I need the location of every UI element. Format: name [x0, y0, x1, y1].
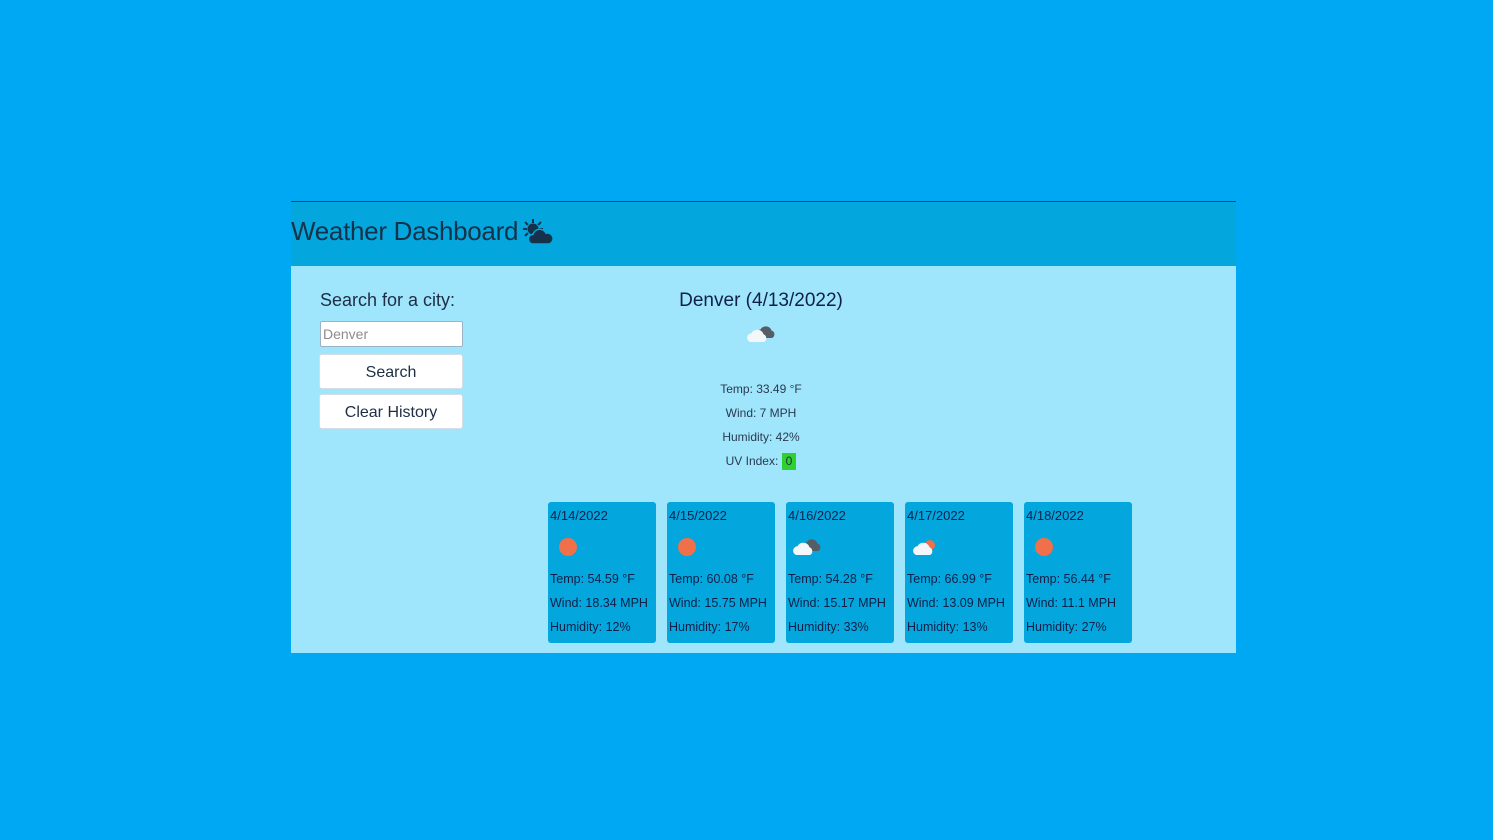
forecast-humidity: Humidity: 17%: [669, 620, 750, 634]
current-weather: Denver (4/13/2022) Temp: 33.49 °F Wind: …: [561, 290, 961, 473]
forecast-wind: Wind: 13.09 MPH: [907, 596, 1005, 610]
broken-clouds-icon: [746, 322, 776, 346]
current-stats: Temp: 33.49 °F Wind: 7 MPH Humidity: 42%…: [561, 377, 961, 473]
clear-history-button[interactable]: Clear History: [319, 394, 463, 429]
forecast-card: 4/14/2022 Temp: 54.59 °F Wind: 18.34 MPH…: [548, 502, 656, 643]
forecast-date: 4/15/2022: [669, 508, 727, 523]
forecast-card: 4/16/2022 Temp: 54.28 °F Wind: 15.17 MPH…: [786, 502, 894, 643]
forecast-temp: Temp: 66.99 °F: [907, 572, 992, 586]
forecast-temp: Temp: 54.59 °F: [550, 572, 635, 586]
page-title-text: Weather Dashboard: [291, 216, 519, 246]
uv-badge: 0: [781, 453, 797, 471]
forecast-wind: Wind: 15.75 MPH: [669, 596, 767, 610]
city-search-input[interactable]: [320, 321, 463, 347]
search-label: Search for a city:: [320, 290, 456, 310]
current-humidity: Humidity: 42%: [722, 430, 800, 444]
forecast-humidity: Humidity: 13%: [907, 620, 988, 634]
current-uv: UV Index: 0: [561, 449, 961, 473]
clear-sun-icon: [669, 527, 775, 567]
forecast-row: 4/14/2022 Temp: 54.59 °F Wind: 18.34 MPH…: [548, 502, 1132, 643]
clear-sun-icon: [550, 527, 656, 567]
forecast-date: 4/18/2022: [1026, 508, 1084, 523]
search-sidebar: Search for a city: Search Clear History: [319, 290, 464, 429]
current-temp: Temp: 33.49 °F: [720, 382, 802, 396]
forecast-temp: Temp: 56.44 °F: [1026, 572, 1111, 586]
header: Weather Dashboard: [291, 201, 1236, 266]
few-clouds-icon: [907, 527, 1013, 567]
search-button[interactable]: Search: [319, 354, 463, 389]
forecast-wind: Wind: 18.34 MPH: [550, 596, 648, 610]
forecast-date: 4/14/2022: [550, 508, 608, 523]
weather-app: Weather Dashboard Search for a city: Den…: [291, 201, 1236, 653]
forecast-card: 4/17/2022 Temp: 66.99 °F Wind: 13.09 MPH…: [905, 502, 1013, 643]
forecast-card: 4/15/2022 Temp: 60.08 °F Wind: 15.75 MPH…: [667, 502, 775, 643]
forecast-temp: Temp: 54.28 °F: [788, 572, 873, 586]
forecast-wind: Wind: 15.17 MPH: [788, 596, 886, 610]
page-title: Weather Dashboard: [291, 216, 554, 247]
forecast-humidity: Humidity: 12%: [550, 620, 631, 634]
forecast-date: 4/16/2022: [788, 508, 846, 523]
sun-behind-cloud-icon: [523, 218, 554, 245]
forecast-date: 4/17/2022: [907, 508, 965, 523]
main-panel: Search for a city: Search Clear History …: [291, 266, 1236, 653]
broken-clouds-icon: [788, 527, 894, 567]
clear-sun-icon: [1026, 527, 1132, 567]
forecast-humidity: Humidity: 27%: [1026, 620, 1107, 634]
forecast-humidity: Humidity: 33%: [788, 620, 869, 634]
current-wind: Wind: 7 MPH: [725, 406, 797, 420]
current-city-title: Denver (4/13/2022): [679, 290, 843, 311]
uv-label: UV Index:: [725, 454, 779, 468]
forecast-temp: Temp: 60.08 °F: [669, 572, 754, 586]
forecast-card: 4/18/2022 Temp: 56.44 °F Wind: 11.1 MPH …: [1024, 502, 1132, 643]
forecast-wind: Wind: 11.1 MPH: [1026, 596, 1117, 610]
